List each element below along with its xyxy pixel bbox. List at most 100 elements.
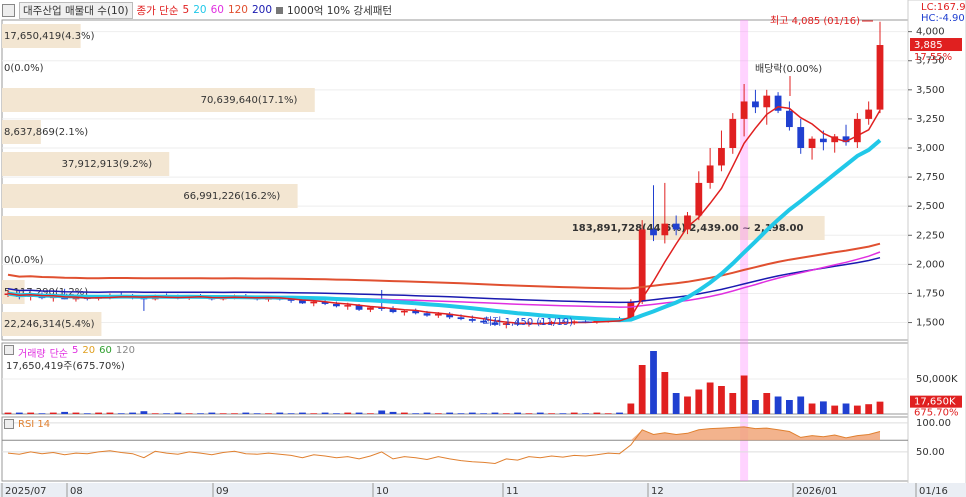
volume-bar[interactable] — [491, 412, 499, 414]
volume-menu-icon[interactable] — [4, 345, 14, 355]
volume-bar[interactable] — [389, 411, 397, 414]
candle-body[interactable] — [876, 45, 884, 110]
volume-bar[interactable] — [819, 401, 827, 414]
candle-body[interactable] — [400, 310, 408, 313]
volume-bar[interactable] — [650, 351, 657, 414]
volume-bar[interactable] — [208, 412, 216, 414]
volume-bar[interactable] — [106, 412, 114, 414]
volume-bar[interactable] — [72, 412, 80, 414]
volume-bar[interactable] — [253, 413, 261, 414]
volume-bar[interactable] — [468, 412, 476, 414]
volume-bar[interactable] — [27, 412, 35, 414]
volume-bar[interactable] — [242, 412, 250, 414]
volume-bar[interactable] — [853, 405, 861, 414]
candle-body[interactable] — [333, 303, 340, 307]
volume-bar[interactable] — [151, 413, 159, 414]
candle-body[interactable] — [763, 95, 771, 108]
volume-bar[interactable] — [174, 412, 182, 414]
volume-bar[interactable] — [808, 403, 816, 415]
volume-bar[interactable] — [638, 365, 646, 414]
candle-body[interactable] — [672, 223, 680, 230]
volume-bar[interactable] — [61, 411, 69, 414]
candle-body[interactable] — [468, 319, 476, 321]
candle-body[interactable] — [819, 138, 827, 143]
volume-bar[interactable] — [412, 413, 420, 414]
candle-body[interactable] — [310, 301, 318, 304]
volume-bar[interactable] — [333, 413, 340, 414]
volume-bar[interactable] — [423, 412, 431, 414]
volume-bar[interactable] — [49, 412, 57, 414]
volume-bar[interactable] — [400, 412, 408, 414]
candle-body[interactable] — [344, 305, 352, 307]
candle-body[interactable] — [695, 182, 703, 216]
volume-bar[interactable] — [446, 412, 454, 414]
volume-bar[interactable] — [548, 413, 555, 414]
volume-bar[interactable] — [763, 393, 771, 414]
candle-body[interactable] — [650, 229, 657, 236]
volume-bar[interactable] — [752, 400, 759, 414]
candle-body[interactable] — [661, 223, 669, 236]
volume-bar[interactable] — [117, 413, 125, 414]
volume-bar[interactable] — [616, 412, 623, 414]
volume-bar[interactable] — [729, 393, 737, 414]
volume-bar[interactable] — [38, 413, 46, 414]
candle-body[interactable] — [797, 127, 805, 148]
candle-body[interactable] — [808, 138, 816, 148]
volume-bar[interactable] — [219, 413, 227, 414]
volume-bar[interactable] — [514, 412, 522, 414]
volume-bar[interactable] — [287, 413, 295, 414]
volume-bar[interactable] — [831, 405, 839, 414]
volume-bar[interactable] — [627, 403, 635, 415]
volume-bar[interactable] — [536, 412, 544, 414]
volume-bar[interactable] — [378, 410, 386, 415]
volume-bar[interactable] — [310, 413, 318, 414]
volume-bar[interactable] — [231, 413, 238, 414]
volume-bar[interactable] — [163, 413, 170, 414]
volume-bar[interactable] — [366, 413, 374, 414]
candle-body[interactable] — [366, 307, 374, 310]
volume-bar[interactable] — [95, 412, 102, 414]
volume-bar[interactable] — [797, 396, 805, 415]
volume-bar[interactable] — [129, 412, 136, 414]
volume-bar[interactable] — [865, 404, 873, 414]
volume-bar[interactable] — [185, 413, 193, 414]
volume-bar[interactable] — [582, 413, 589, 414]
volume-bar[interactable] — [4, 412, 12, 414]
volume-bar[interactable] — [684, 396, 691, 415]
volume-bar[interactable] — [355, 412, 363, 414]
candle-body[interactable] — [740, 101, 748, 119]
volume-bar[interactable] — [672, 393, 680, 414]
volume-bar[interactable] — [570, 412, 578, 414]
candle-body[interactable] — [423, 313, 431, 316]
volume-bar[interactable] — [457, 413, 465, 414]
candle-body[interactable] — [638, 229, 646, 302]
volume-bar[interactable] — [695, 389, 703, 415]
volume-bar[interactable] — [876, 401, 884, 414]
chart-canvas[interactable]: 4,0003,7503,5003,2503,0002,7502,5002,250… — [0, 0, 966, 497]
volume-bar[interactable] — [559, 413, 567, 414]
volume-bar[interactable] — [593, 412, 601, 414]
volume-bar[interactable] — [299, 412, 306, 414]
volume-bar[interactable] — [265, 413, 272, 414]
volume-bar[interactable] — [661, 372, 669, 414]
menu-icon[interactable] — [2, 3, 15, 17]
candle-body[interactable] — [853, 118, 861, 143]
volume-bar[interactable] — [786, 400, 793, 414]
volume-bar[interactable] — [197, 413, 204, 414]
volume-bar[interactable] — [15, 412, 23, 414]
candle-body[interactable] — [752, 101, 759, 108]
volume-bar[interactable] — [83, 413, 91, 414]
candle-body[interactable] — [706, 165, 714, 183]
volume-bar[interactable] — [140, 411, 148, 414]
volume-bar[interactable] — [502, 413, 510, 414]
volume-bar[interactable] — [718, 386, 725, 414]
volume-bar[interactable] — [740, 375, 748, 415]
volume-bar[interactable] — [842, 403, 850, 415]
volume-bar[interactable] — [344, 412, 352, 414]
stock-label[interactable]: 대주산업 매물대 수(10) — [19, 1, 133, 19]
volume-bar[interactable] — [480, 413, 488, 414]
candle-body[interactable] — [786, 110, 793, 128]
volume-bar[interactable] — [774, 396, 782, 415]
volume-bar[interactable] — [276, 412, 284, 414]
volume-bar[interactable] — [706, 382, 714, 415]
